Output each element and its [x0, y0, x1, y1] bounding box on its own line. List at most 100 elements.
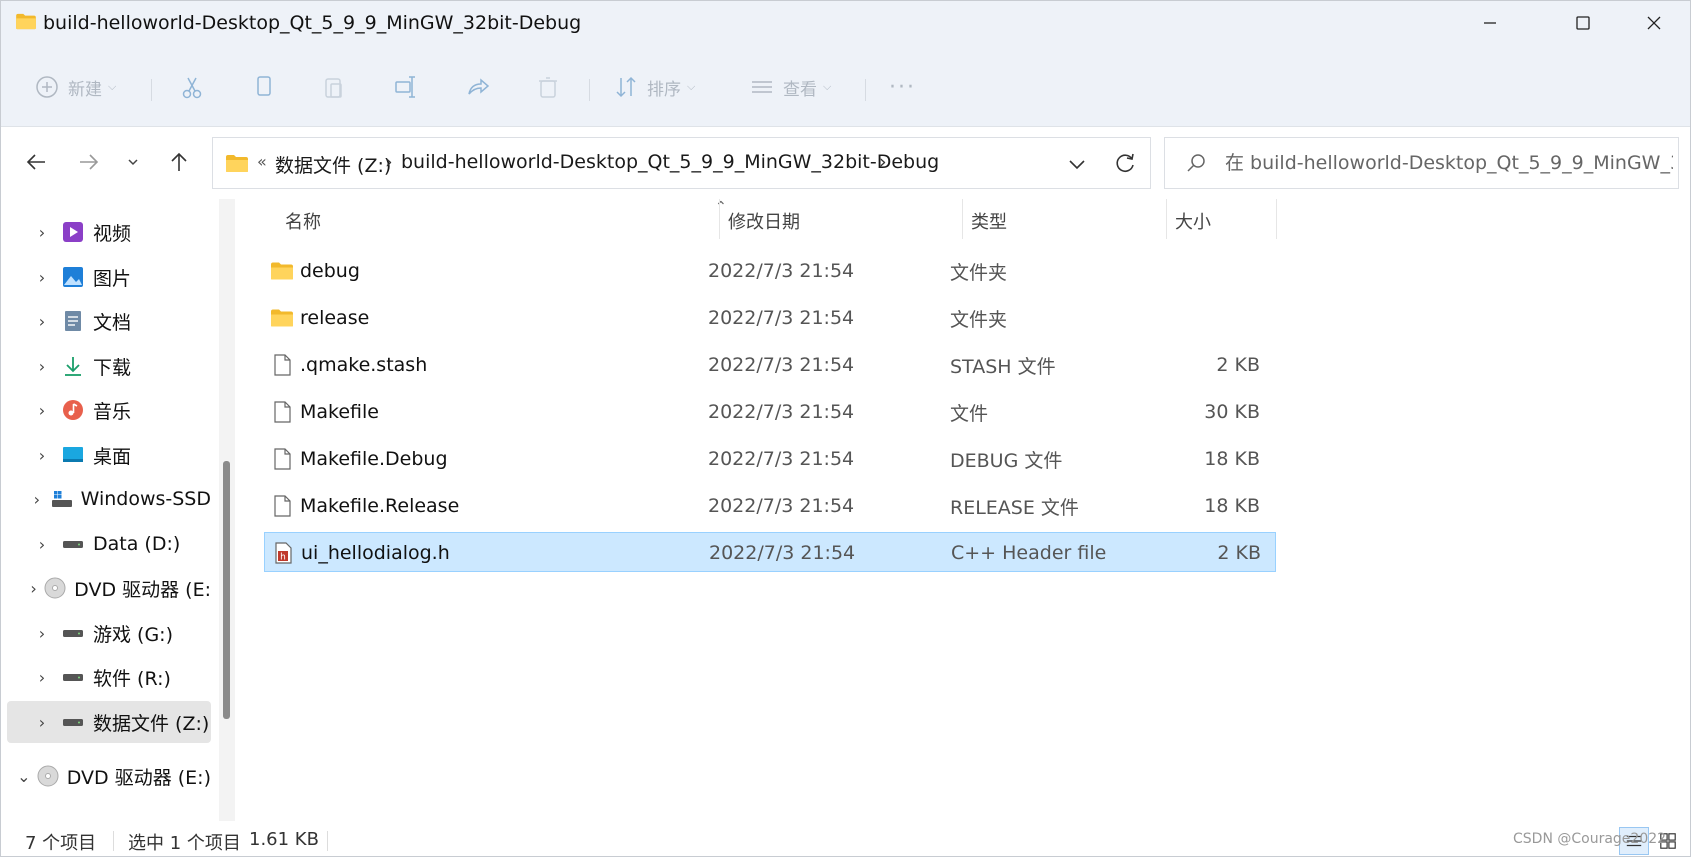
address-bar[interactable]: « 数据文件 (Z:) › build-helloworld-Desktop_Q… — [212, 137, 1151, 189]
add-icon — [36, 76, 58, 98]
sidebar-item-music[interactable]: › 音乐 — [7, 389, 211, 431]
breadcrumb-item-drive[interactable]: 数据文件 (Z:) — [275, 151, 391, 178]
cut-button[interactable] — [179, 67, 205, 107]
sidebar-item-label: 数据文件 (Z:) — [93, 712, 210, 735]
sidebar-scroll-thumb[interactable] — [223, 461, 230, 719]
up-button[interactable] — [161, 144, 197, 180]
search-box[interactable] — [1164, 137, 1679, 189]
sidebar-item-downloads[interactable]: › 下载 — [7, 345, 211, 387]
column-header-date[interactable]: 修改日期 — [728, 199, 800, 243]
sidebar-item-data-z[interactable]: › 数据文件 (Z:) — [7, 701, 211, 743]
minimize-button[interactable] — [1455, 1, 1525, 45]
column-header-type[interactable]: 类型 — [971, 199, 1007, 243]
table-row[interactable]: release 2022/7/3 21:54 文件夹 — [264, 298, 1276, 338]
breadcrumb-overflow[interactable]: « — [257, 152, 267, 171]
table-row-selected[interactable]: h ui_hellodialog.h 2022/7/3 21:54 C++ He… — [264, 532, 1276, 572]
file-name: .qmake.stash — [300, 354, 428, 376]
sidebar-scrollbar[interactable] — [219, 199, 235, 821]
status-divider — [113, 831, 114, 851]
table-row[interactable]: Makefile 2022/7/3 21:54 文件 30 KB — [264, 392, 1276, 432]
sidebar-item-games-g[interactable]: › 游戏 (G:) — [7, 612, 211, 654]
breadcrumb-separator[interactable]: › — [879, 151, 887, 173]
copy-button[interactable] — [251, 67, 277, 107]
table-row[interactable]: debug 2022/7/3 21:54 文件夹 — [264, 251, 1276, 291]
table-row[interactable]: Makefile.Release 2022/7/3 21:54 RELEASE … — [264, 486, 1276, 526]
column-header-name[interactable]: 名称 — [285, 199, 321, 243]
sidebar-item-dvd-e-expanded[interactable]: ⌄ DVD 驱动器 (E:) — [7, 755, 211, 797]
chevron-right-icon[interactable]: › — [27, 312, 57, 331]
chevron-down-icon — [128, 159, 138, 166]
chevron-right-icon[interactable]: › — [27, 624, 57, 643]
share-button[interactable] — [465, 67, 491, 107]
close-button[interactable] — [1619, 1, 1689, 45]
address-history-chevron-icon[interactable] — [1065, 152, 1089, 176]
recent-locations-button[interactable] — [115, 144, 151, 180]
chevron-right-icon[interactable]: › — [27, 223, 57, 242]
chevron-right-icon[interactable]: › — [27, 490, 47, 509]
sidebar-item-software-r[interactable]: › 软件 (R:) — [7, 656, 211, 698]
chevron-right-icon[interactable]: › — [27, 668, 57, 687]
drive-icon — [61, 666, 85, 688]
share-icon — [468, 78, 490, 95]
watermark: CSDN @Courage2022 — [1513, 831, 1667, 847]
sort-icon — [616, 76, 636, 98]
dvd-icon — [44, 577, 66, 599]
chevron-right-icon[interactable]: › — [27, 579, 40, 598]
more-options-button[interactable]: ··· — [889, 67, 916, 107]
table-row[interactable]: .qmake.stash 2022/7/3 21:54 STASH 文件 2 K… — [264, 345, 1276, 385]
trash-icon — [539, 77, 557, 98]
column-header-size[interactable]: 大小 — [1175, 199, 1211, 243]
rename-button[interactable] — [393, 67, 419, 107]
table-row[interactable]: Makefile.Debug 2022/7/3 21:54 DEBUG 文件 1… — [264, 439, 1276, 479]
sidebar-item-desktop[interactable]: › 桌面 — [7, 434, 211, 476]
view-list-icon — [752, 81, 772, 93]
breadcrumb-separator[interactable]: › — [385, 151, 393, 173]
video-icon — [61, 221, 85, 243]
breadcrumb-item-folder[interactable]: build-helloworld-Desktop_Qt_5_9_9_MinGW_… — [401, 151, 939, 173]
maximize-button[interactable] — [1548, 1, 1618, 45]
forward-button[interactable] — [71, 144, 107, 180]
file-date: 2022/7/3 21:54 — [708, 448, 855, 470]
chevron-right-icon[interactable]: › — [27, 268, 57, 287]
file-size — [1134, 251, 1260, 291]
back-button[interactable] — [18, 144, 54, 180]
search-input[interactable] — [1225, 138, 1673, 188]
sidebar-item-windows-ssd[interactable]: › Windows-SSD — [7, 478, 211, 520]
new-button[interactable]: 新建 ⌵ — [34, 67, 116, 107]
status-selected-size: 1.61 KB — [249, 829, 319, 850]
chevron-right-icon[interactable]: › — [27, 446, 57, 465]
chevron-down-icon: ⌵ — [687, 80, 696, 93]
pictures-icon — [61, 266, 85, 288]
title-bar[interactable]: build-helloworld-Desktop_Qt_5_9_9_MinGW_… — [1, 1, 1690, 45]
column-divider[interactable] — [962, 199, 963, 239]
sidebar-item-pictures[interactable]: › 图片 — [7, 256, 211, 298]
chevron-right-icon[interactable]: › — [27, 401, 57, 420]
chevron-right-icon[interactable]: › — [27, 713, 57, 732]
file-type: DEBUG 文件 — [950, 449, 1063, 472]
file-icon — [274, 448, 291, 470]
chevron-right-icon[interactable]: › — [27, 357, 57, 376]
paste-button[interactable] — [321, 67, 347, 107]
sidebar-item-documents[interactable]: › 文档 — [7, 300, 211, 342]
more-icon: ··· — [889, 74, 916, 100]
drive-icon — [61, 622, 85, 644]
status-bar: 7 个项目 选中 1 个项目 1.61 KB — [1, 823, 1690, 856]
sidebar-item-dvd-e[interactable]: › DVD 驱动器 (E: — [7, 567, 211, 609]
column-divider[interactable] — [719, 199, 720, 239]
minimize-icon — [1484, 22, 1496, 24]
column-divider[interactable] — [1166, 199, 1167, 239]
sidebar-item-label: DVD 驱动器 (E: — [74, 578, 211, 601]
view-button[interactable]: 查看 ⌵ — [749, 67, 831, 107]
chevron-right-icon[interactable]: › — [27, 535, 57, 554]
close-icon — [1647, 16, 1661, 30]
refresh-icon[interactable] — [1111, 150, 1139, 178]
sort-button[interactable]: 排序 ⌵ — [613, 67, 695, 107]
chevron-down-icon[interactable]: ⌄ — [15, 767, 33, 786]
file-date: 2022/7/3 21:54 — [708, 495, 855, 517]
sidebar-item-label: Data (D:) — [93, 533, 181, 555]
sidebar-item-videos[interactable]: › 视频 — [7, 211, 211, 253]
drive-icon — [61, 711, 85, 733]
sidebar-item-data-d[interactable]: › Data (D:) — [7, 523, 211, 565]
delete-button[interactable] — [535, 67, 561, 107]
column-divider[interactable] — [1276, 199, 1277, 239]
